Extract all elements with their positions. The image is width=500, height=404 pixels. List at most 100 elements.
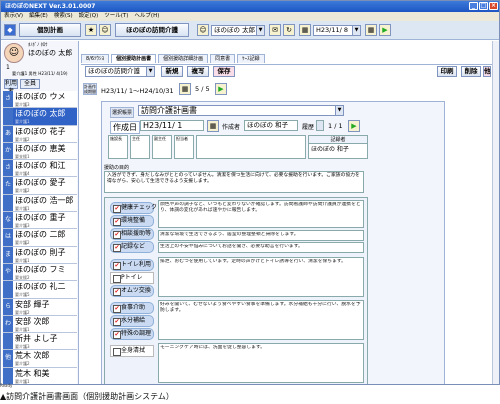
note-environment[interactable]: 清潔な環境で生活できるよう、居室の整理整頓と掃除をします。 <box>158 230 364 241</box>
menu-view[interactable]: 表示(V) <box>4 12 23 21</box>
calendar2-icon[interactable]: ▦ <box>365 24 377 36</box>
staff-icon[interactable]: ☺ <box>197 24 209 36</box>
plan-select[interactable]: ほのぼの訪問介護 ▼ <box>85 66 155 77</box>
check-environment[interactable]: 環境整備 <box>110 215 154 227</box>
main-panel: 8/6ﾂｳｼﾖ 個別援助計画書 個別援助詳細計画 同意書 ｹｰｽ記録 ほのぼの訪… <box>81 41 499 384</box>
list-item[interactable]: かほのぼの 恵美 要支援1 <box>3 142 77 161</box>
list-item[interactable]: さほのぼの ウメ 要介護3 <box>3 91 77 109</box>
patient-list: さほのぼの ウメ 要介護3 ほのぼの 太郎 要介護1 あほのぼの 花子 要介護2 かほ… <box>3 91 77 384</box>
history-prev-button[interactable] <box>316 120 324 131</box>
next-icon[interactable]: ▶ <box>379 24 391 36</box>
list-item[interactable]: なほのぼの 重子 要介護3 <box>3 212 77 230</box>
section-button[interactable]: 個別計画 <box>19 23 81 37</box>
delete-button[interactable]: 削除 <box>461 66 481 77</box>
check-consult[interactable]: 相談援助等 <box>110 228 154 240</box>
info-button[interactable]: 利用者 <box>4 79 18 95</box>
star-icon[interactable]: ★ <box>85 24 97 36</box>
approval-cell[interactable]: 主任 <box>130 135 150 159</box>
title-bar: ほのぼのNEXT Ver.3.01.0007 _ □ × <box>1 1 499 12</box>
calendar-icon[interactable]: ▦ <box>179 83 191 95</box>
list-item[interactable]: たほのぼの 愛子 要介護2 <box>3 177 77 195</box>
list-item[interactable]: さほのぼの 和江 要介護4 <box>3 160 77 178</box>
doc-type-select[interactable]: 訪問介護計画書 ▼ <box>138 105 344 116</box>
approval-cell[interactable]: 副主任 <box>152 135 172 159</box>
select-label: 選択帳票 <box>110 107 135 118</box>
date-select[interactable]: H23/11/ 8 ▼ <box>313 25 361 36</box>
list-item-selected[interactable]: ほのぼの 太郎 要介護1 <box>3 108 77 126</box>
menu-bar: 表示(V) 編集(E) 検索(S) 設定(Q) ツール(T) ヘルプ(H) <box>1 12 499 21</box>
check-bath[interactable]: 全身清拭 <box>110 345 154 357</box>
menu-help[interactable]: ヘルプ(H) <box>134 12 159 21</box>
menu-edit[interactable]: 編集(E) <box>29 12 48 21</box>
check-water[interactable]: 水分補給 <box>110 315 154 327</box>
patient-sub: 要介護1 男性 H23/11/ 4(19) <box>12 71 68 76</box>
approval-cell[interactable]: 施設長 <box>108 135 128 159</box>
menu-settings[interactable]: 設定(Q) <box>79 12 99 21</box>
check-record[interactable]: 記録など <box>110 241 154 253</box>
person-icon[interactable]: ☺ <box>99 24 111 36</box>
close-button[interactable]: × <box>489 2 498 10</box>
home-icon[interactable]: ◆ <box>4 24 16 36</box>
note-toilet[interactable]: 排泄、おむつを使用しています。定時の声かけとトイレ誘導を行い、清潔を保ちます。 <box>158 257 364 297</box>
goal-textarea[interactable]: 入浴ができず、身だしなみがととのっていません。清潔を保つ生活に向けて、必要な援助… <box>104 171 364 193</box>
list-item[interactable]: 他荒木 次郎 要介護2 <box>3 350 77 368</box>
main-scrollbar[interactable] <box>492 41 499 384</box>
list-item[interactable]: わ安部 次郎 要介護1 <box>3 315 77 334</box>
check-diaper[interactable]: オムツ交換 <box>110 285 154 297</box>
tab-plan[interactable]: 個別援助計画書 <box>111 54 157 63</box>
list-item[interactable]: まほのぼの 則子 要介護1 <box>3 246 77 264</box>
next-page-icon[interactable]: ▶ <box>215 83 227 95</box>
list-item[interactable]: 新井 よし子 要介護3 <box>3 333 77 351</box>
copy-button[interactable]: 複写 <box>187 66 209 77</box>
menu-search[interactable]: 検索(S) <box>54 12 73 21</box>
period-label: 計画作成期間 <box>83 83 97 95</box>
window-title: ほのぼのNEXT Ver.3.01.0007 <box>5 3 96 10</box>
author-field[interactable]: ほのぼの 和子 <box>244 120 298 131</box>
other-button[interactable]: 他 <box>483 66 491 77</box>
mail-icon[interactable]: ✉ <box>269 24 281 36</box>
plan-action-row: ほのぼの訪問介護 ▼ 新規 複写 保存 印刷 削除 他 <box>81 64 499 78</box>
list-item[interactable]: あほのぼの 花子 要介護2 <box>3 125 77 143</box>
calendar-icon[interactable]: ▦ <box>299 24 311 36</box>
history-label: 履歴 <box>302 124 315 131</box>
list-item[interactable]: ほのぼの 礼二 要介護5 <box>3 281 77 299</box>
list-item[interactable]: はほのぼの 二郎 要介護2 <box>3 229 77 247</box>
approval-cell[interactable]: 担当者 <box>174 135 194 159</box>
history-next-icon[interactable]: ▶ <box>348 120 360 132</box>
list-item[interactable]: やほのぼの フミ 要支援2 <box>3 263 77 282</box>
tab-summary[interactable]: 8/6ﾂｳｼﾖ <box>81 54 110 63</box>
check-cooking[interactable]: 特殊の調理 <box>110 328 154 340</box>
list-item[interactable]: 荒木 和美 要介護1 <box>3 367 77 384</box>
group-button[interactable]: 全員 <box>20 79 40 89</box>
new-button[interactable]: 新規 <box>161 66 183 77</box>
tab-case-record[interactable]: ｹｰｽ記録 <box>237 54 265 63</box>
note-meal[interactable]: 好みを聞いて、むせないよう食べやすい食事を準備します。水分補給も十分に行い、脱水… <box>158 300 364 340</box>
note-bath[interactable]: モーニングケア時には、洗面を促し整容します。 <box>158 343 364 383</box>
check-toilet[interactable]: トイレ利用 <box>110 259 154 271</box>
check-p-toilet[interactable]: Pトイレ <box>110 272 154 284</box>
tab-bar: 8/6ﾂｳｼﾖ 個別援助計画書 個別援助詳細計画 同意書 ｹｰｽ記録 <box>81 54 265 63</box>
calendar-icon[interactable]: ▦ <box>207 120 219 132</box>
maximize-button[interactable]: □ <box>479 2 488 10</box>
print-button[interactable]: 印刷 <box>437 66 457 77</box>
main-toolbar: ◆ 個別計画 ★ ☺ ほのぼの訪問介護 ☺ ほのぼの 太郎 ▼ ✉ ↻ ▦ H23… <box>1 21 499 40</box>
service-button[interactable]: ほのぼの訪問介護 <box>115 23 189 37</box>
save-button[interactable]: 保存 <box>213 66 235 77</box>
tab-detail-plan[interactable]: 個別援助詳細計画 <box>158 54 209 63</box>
tab-consent[interactable]: 同意書 <box>210 54 236 63</box>
app-window: ほのぼのNEXT Ver.3.01.0007 _ □ × 表示(V) 編集(E)… <box>0 0 500 385</box>
check-meal[interactable]: 食事介助 <box>110 302 154 314</box>
created-date-field[interactable]: H23/11/ 1 <box>140 120 204 131</box>
created-label: 作成日 <box>110 121 140 134</box>
note-health[interactable]: 顔色や声の調子など、いつもと変わりないか確認します。訪問看護師や訪問介護員が連携… <box>158 200 364 228</box>
list-item[interactable]: ら安部 輝子 要介護2 <box>3 298 77 316</box>
list-item[interactable]: ほのぼの 浩一郎 要介護1 <box>3 194 77 213</box>
history-value: 1 / 1 <box>328 122 343 130</box>
staff-select[interactable]: ほのぼの 太郎 ▼ <box>211 25 265 36</box>
note-consult[interactable]: 生活上の不安や悩みについてお話を聞き、必要な助言を行います。 <box>158 242 364 253</box>
patient-id: 1 <box>6 64 10 71</box>
refresh-icon[interactable]: ↻ <box>283 24 295 36</box>
check-health[interactable]: 健康チェック <box>110 202 157 214</box>
menu-tools[interactable]: ツール(T) <box>104 12 128 21</box>
minimize-button[interactable]: _ <box>469 2 478 10</box>
